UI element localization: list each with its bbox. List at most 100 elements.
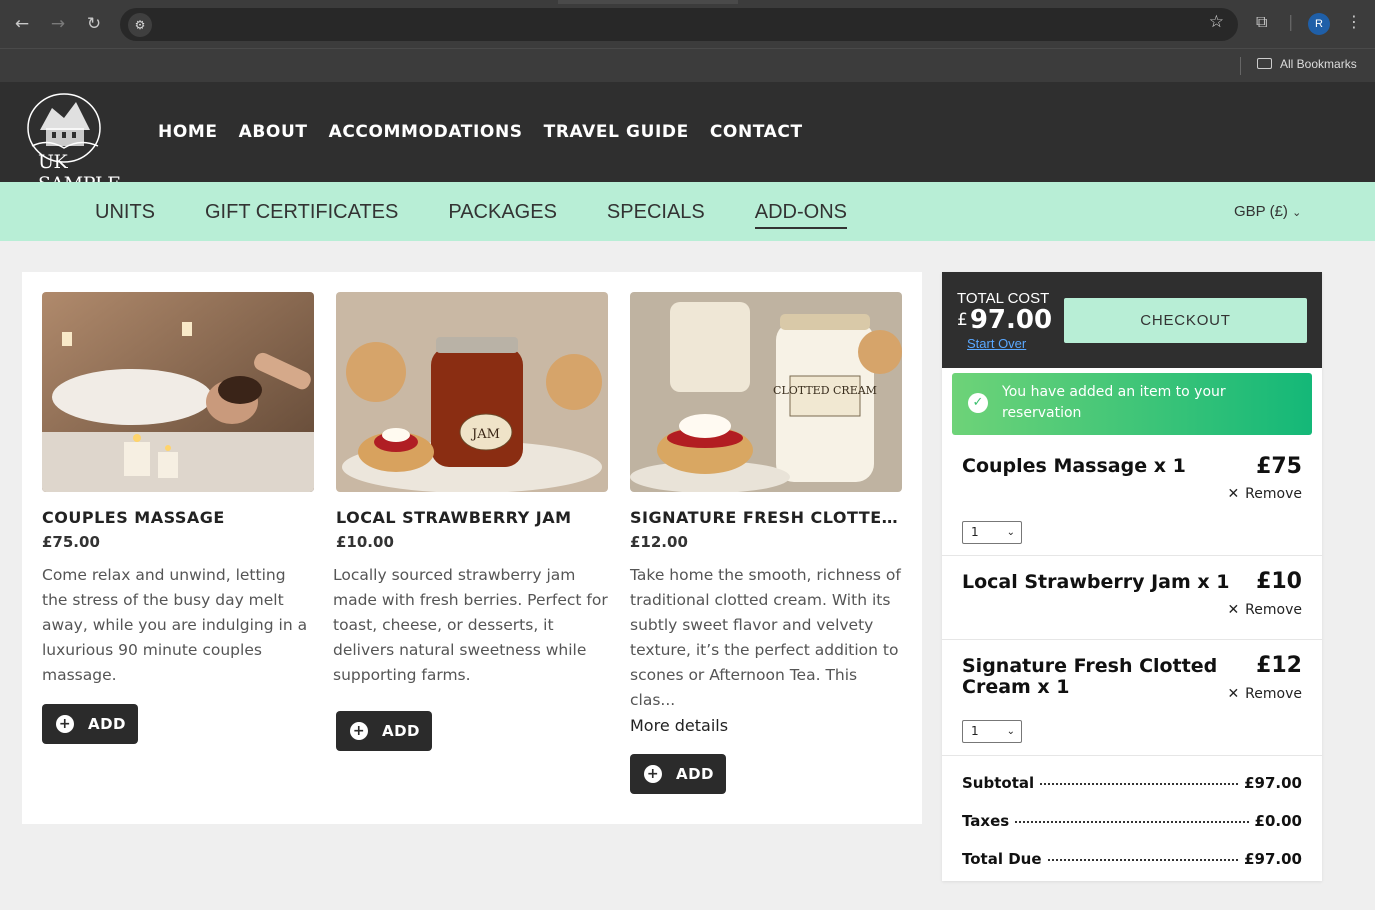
quantity-value: 1 bbox=[971, 724, 979, 738]
close-icon: ✕ bbox=[1227, 486, 1240, 502]
all-bookmarks-label: All Bookmarks bbox=[1280, 57, 1357, 71]
total-due-label: Total Due bbox=[962, 850, 1042, 868]
quantity-value: 1 bbox=[971, 525, 979, 539]
cart-item-price: £75 bbox=[1256, 454, 1302, 479]
bookmark-star-icon[interactable]: ☆ bbox=[1209, 12, 1224, 32]
close-icon: ✕ bbox=[1227, 686, 1240, 702]
start-over-link[interactable]: Start Over bbox=[967, 336, 1026, 351]
product-name: LOCAL STRAWBERRY JAM bbox=[336, 508, 572, 527]
browser-menu-icon[interactable]: ⋮ bbox=[1346, 12, 1362, 31]
alert-message: You have added an item to your reservati… bbox=[1002, 384, 1226, 421]
site-settings-icon[interactable]: ⚙ bbox=[128, 13, 152, 37]
success-alert: ✓ You have added an item to your reserva… bbox=[952, 373, 1312, 435]
subtotal-value: £97.00 bbox=[1244, 774, 1302, 792]
tab-specials[interactable]: SPECIALS bbox=[607, 201, 705, 229]
checkout-button[interactable]: CHECKOUT bbox=[1064, 298, 1307, 343]
site-header: UK SAMPLE HOME ABOUT ACCOMMODATIONS TRAV… bbox=[0, 82, 1375, 195]
bookmarks-bar: All Bookmarks bbox=[0, 48, 1375, 82]
product-description: Locally sourced strawberry jam made with… bbox=[333, 566, 608, 684]
extensions-icon[interactable]: ⧉ bbox=[1256, 12, 1267, 32]
chevron-down-icon: ⌄ bbox=[1006, 527, 1015, 538]
booking-subnav: UNITS GIFT CERTIFICATES PACKAGES SPECIAL… bbox=[0, 182, 1375, 241]
taxes-value: £0.00 bbox=[1254, 812, 1302, 830]
taxes-label: Taxes bbox=[962, 812, 1010, 830]
jam-label: JAM bbox=[470, 427, 500, 442]
product-price: £10.00 bbox=[336, 533, 394, 551]
quantity-select[interactable]: 1 ⌄ bbox=[962, 720, 1022, 743]
remove-label: Remove bbox=[1245, 686, 1302, 702]
cart-item-name: Signature Fresh Clotted Cream x 1 bbox=[962, 655, 1218, 698]
cart-item: Couples Massage x 1 £75 ✕ Remove 1 ⌄ bbox=[942, 442, 1322, 556]
toolbar-divider: | bbox=[1288, 12, 1294, 31]
chevron-down-icon: ⌄ bbox=[1006, 726, 1015, 737]
back-icon[interactable]: ← bbox=[10, 12, 34, 36]
cart-item-price: £10 bbox=[1256, 569, 1302, 594]
product-name: COUPLES MASSAGE bbox=[42, 508, 225, 527]
tab-packages[interactable]: PACKAGES bbox=[448, 201, 557, 229]
remove-button[interactable]: ✕ Remove bbox=[1227, 486, 1302, 502]
add-button[interactable]: + ADD bbox=[42, 704, 138, 744]
taxes-row: Taxes £0.00 bbox=[962, 812, 1302, 830]
address-bar[interactable]: ⚙ ☆ bbox=[120, 8, 1238, 41]
product-price: £75.00 bbox=[42, 533, 100, 551]
main-navigation: HOME ABOUT ACCOMMODATIONS TRAVEL GUIDE C… bbox=[158, 122, 803, 142]
cart-item-price: £12 bbox=[1256, 653, 1302, 678]
nav-travel-guide[interactable]: TRAVEL GUIDE bbox=[544, 122, 689, 142]
product-card: CLOTTED CREAM SIGNATURE FRESH CLOTTED CR… bbox=[630, 292, 902, 794]
active-tab-indicator bbox=[558, 0, 738, 4]
clotted-cream-label: CLOTTED CREAM bbox=[773, 384, 877, 397]
reload-icon[interactable]: ↻ bbox=[82, 12, 106, 36]
quantity-select[interactable]: 1 ⌄ bbox=[962, 521, 1022, 544]
plus-circle-icon: + bbox=[644, 765, 662, 783]
site-logo[interactable]: UK SAMPLE bbox=[18, 88, 121, 195]
tab-units[interactable]: UNITS bbox=[95, 201, 155, 229]
product-card: JAM LOCAL STRAWBERRY JAM £10.00 Locally … bbox=[333, 292, 608, 751]
tab-gift-certificates[interactable]: GIFT CERTIFICATES bbox=[205, 201, 398, 229]
bookmarks-divider bbox=[1240, 57, 1241, 75]
nav-accommodations[interactable]: ACCOMMODATIONS bbox=[329, 122, 523, 142]
cart-header: TOTAL COST £97.00 Start Over CHECKOUT bbox=[942, 272, 1322, 368]
cart-item-name: Couples Massage x 1 bbox=[962, 455, 1186, 477]
add-button[interactable]: + ADD bbox=[336, 711, 432, 751]
remove-button[interactable]: ✕ Remove bbox=[1227, 686, 1302, 702]
more-details-link[interactable]: More details bbox=[630, 713, 902, 738]
plus-circle-icon: + bbox=[56, 715, 74, 733]
remove-button[interactable]: ✕ Remove bbox=[1227, 602, 1302, 618]
total-amount-value: 97.00 bbox=[969, 305, 1053, 335]
total-due-row: Total Due £97.00 bbox=[962, 850, 1302, 868]
check-circle-icon: ✓ bbox=[968, 393, 988, 413]
nav-about[interactable]: ABOUT bbox=[239, 122, 308, 142]
reservation-cart: TOTAL COST £97.00 Start Over CHECKOUT ✓ … bbox=[942, 272, 1322, 881]
cart-item: Signature Fresh Clotted Cream x 1 £12 ✕ R… bbox=[942, 640, 1322, 756]
currency-selector[interactable]: GBP (£) ⌄ bbox=[1234, 203, 1301, 220]
cart-item: Local Strawberry Jam x 1 £10 ✕ Remove bbox=[942, 556, 1322, 640]
subtotal-row: Subtotal £97.00 bbox=[962, 774, 1302, 792]
tab-add-ons[interactable]: ADD-ONS bbox=[754, 201, 847, 229]
add-button-label: ADD bbox=[676, 765, 715, 783]
dot-leader bbox=[1015, 821, 1249, 823]
forward-icon[interactable]: → bbox=[46, 12, 70, 36]
subtotal-label: Subtotal bbox=[962, 774, 1035, 792]
all-bookmarks-button[interactable]: All Bookmarks bbox=[1257, 57, 1357, 71]
product-name: SIGNATURE FRESH CLOTTED CREAM bbox=[630, 508, 902, 527]
close-icon: ✕ bbox=[1227, 602, 1240, 618]
total-due-value: £97.00 bbox=[1244, 850, 1302, 868]
folder-icon bbox=[1257, 58, 1272, 69]
currency-symbol: £ bbox=[957, 310, 968, 330]
add-button[interactable]: + ADD bbox=[630, 754, 726, 794]
add-ons-list: COUPLES MASSAGE £75.00 Come relax and un… bbox=[22, 272, 922, 824]
product-card: COUPLES MASSAGE £75.00 Come relax and un… bbox=[42, 292, 314, 744]
product-description: Come relax and unwind, letting the stres… bbox=[42, 566, 308, 684]
currency-label: GBP (£) bbox=[1234, 203, 1288, 220]
dot-leader bbox=[1040, 783, 1239, 785]
product-price: £12.00 bbox=[630, 533, 688, 551]
plus-circle-icon: + bbox=[350, 722, 368, 740]
remove-label: Remove bbox=[1245, 602, 1302, 618]
product-description: Take home the smooth, richness of tradit… bbox=[630, 566, 901, 709]
browser-toolbar: ← → ↻ ⚙ ☆ ⧉ | R ⋮ bbox=[0, 0, 1375, 48]
massage-image bbox=[42, 292, 314, 492]
nav-home[interactable]: HOME bbox=[158, 122, 218, 142]
profile-avatar[interactable]: R bbox=[1308, 13, 1330, 35]
nav-contact[interactable]: CONTACT bbox=[710, 122, 803, 142]
add-button-label: ADD bbox=[382, 722, 421, 740]
